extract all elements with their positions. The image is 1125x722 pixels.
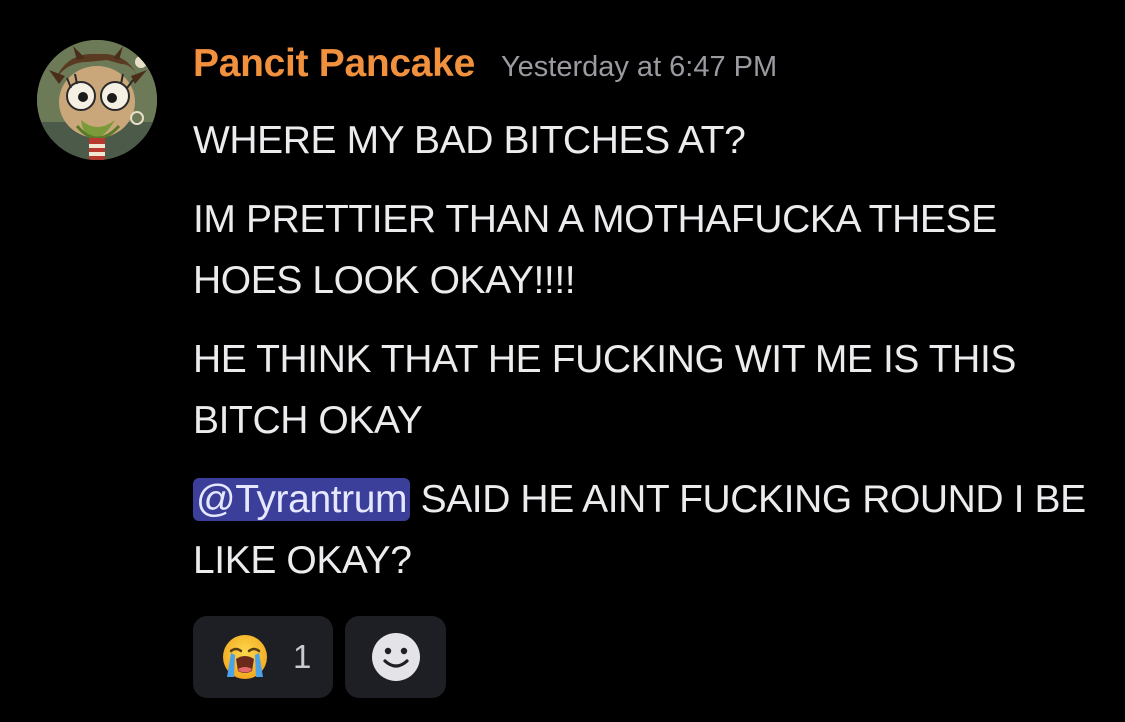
cartoon-character-avatar [37,40,157,160]
add-reaction-button[interactable] [345,616,446,698]
message-line: IM PRETTIER THAN A MOTHAFUCKA THESE HOES… [193,198,997,302]
message-content: WHERE MY BAD BITCHES AT? IM PRETTIER THA… [193,110,1093,609]
reactions-bar: 1 [193,616,446,698]
user-avatar[interactable] [37,40,157,160]
reaction-count: 1 [293,638,312,675]
user-mention[interactable]: @Tyrantrum [193,478,411,521]
smiley-face-icon [371,633,420,681]
message-header: Pancit Pancake Yesterday at 6:47 PM [193,42,777,94]
reaction-loudly-crying[interactable]: 1 [193,616,333,698]
message-line: HE THINK THAT HE FUCKING WIT ME IS THIS … [193,338,1016,442]
message-line: WHERE MY BAD BITCHES AT? [193,119,746,162]
loudly-crying-face-icon [223,635,267,679]
message-line-with-mention: @Tyrantrum SAID HE AINT FUCKING ROUND I … [193,469,1093,591]
username[interactable]: Pancit Pancake [193,42,475,86]
timestamp: Yesterday at 6:47 PM [500,51,778,83]
